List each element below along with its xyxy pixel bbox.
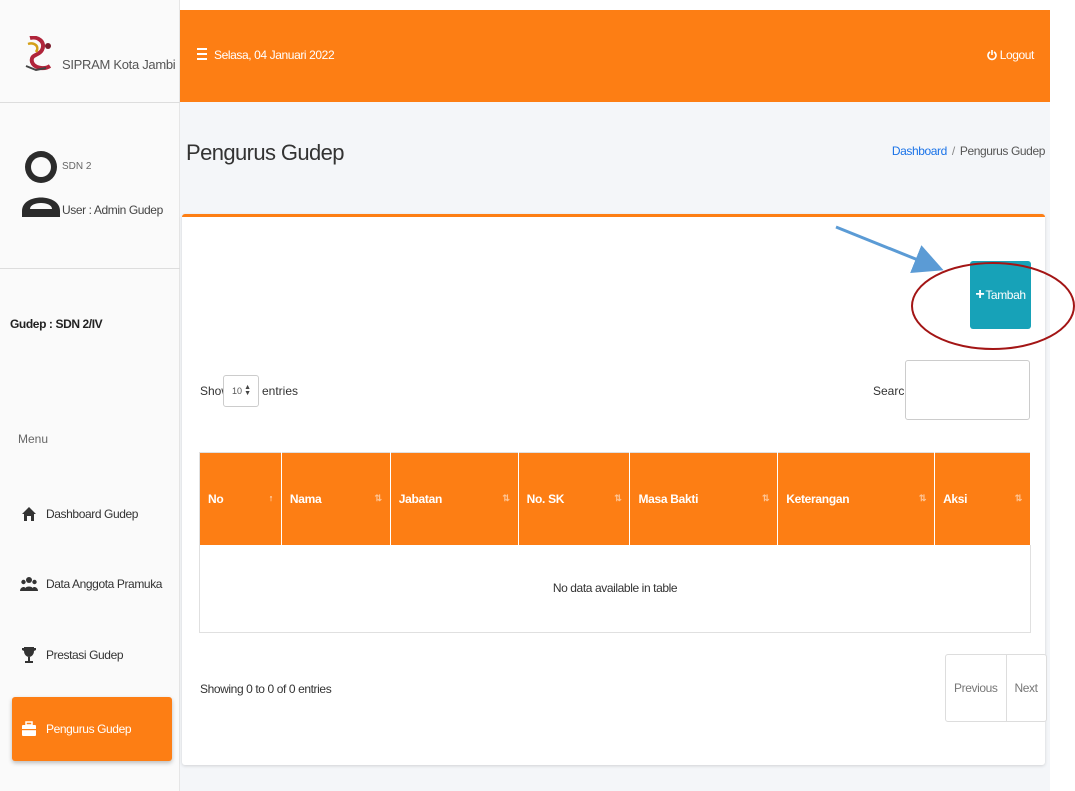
breadcrumb-dashboard-link[interactable]: Dashboard [892, 144, 948, 158]
add-button[interactable]: + Tambah [970, 261, 1031, 329]
avatar-icon [22, 151, 60, 217]
logout-icon [986, 49, 997, 60]
brand-name: SIPRAM Kota Jambi [62, 57, 176, 72]
sidebar-item-label: Dashboard Gudep [46, 507, 139, 521]
user-panel: SDN 2 User : Admin Gudep [0, 103, 180, 269]
sort-icon: ⇅ [1014, 493, 1023, 503]
logout-label: Logout [999, 48, 1035, 62]
table-row: No data available in table [199, 544, 1031, 633]
breadcrumb: Dashboard / Pengurus Gudep [892, 144, 1046, 158]
column-header-no[interactable]: No ↑ [199, 452, 282, 545]
breadcrumb-current: Pengurus Gudep [959, 144, 1046, 158]
current-date: Selasa, 04 Januari 2022 [214, 48, 335, 62]
home-icon [18, 506, 40, 522]
hamburger-menu-icon[interactable] [197, 48, 207, 60]
column-header-nama[interactable]: Nama ⇅ [281, 452, 391, 545]
previous-page-button[interactable]: Previous [946, 655, 1006, 721]
user-role: User : Admin Gudep [62, 203, 163, 217]
column-header-jabatan[interactable]: Jabatan ⇅ [390, 452, 519, 545]
sidebar: SIPRAM Kota Jambi SDN 2 User : Admin Gud… [0, 0, 180, 791]
select-arrows-icon: ▲ ▼ [244, 384, 251, 397]
brand-logo-icon [25, 36, 52, 72]
users-icon [18, 576, 40, 592]
gudep-label: Gudep : SDN 2/IV [10, 317, 103, 331]
entries-label: entries [262, 384, 299, 398]
table-info: Showing 0 to 0 of 0 entries [200, 682, 332, 696]
menu-heading: Menu [18, 432, 49, 446]
next-page-button[interactable]: Next [1005, 655, 1046, 721]
pengurus-table: No ↑ Nama ⇅ Jabatan ⇅ No. SK ⇅ Masa Bakti ⇅ K… [199, 452, 1031, 633]
column-header-keterangan[interactable]: Keterangan ⇅ [777, 452, 936, 545]
sort-asc-icon: ↑ [268, 493, 274, 503]
briefcase-icon [18, 721, 40, 737]
trophy-icon [18, 646, 40, 664]
sort-icon: ⇅ [614, 493, 622, 503]
add-button-label: Tambah [985, 288, 1026, 302]
topbar: Selasa, 04 Januari 2022 Logout [180, 10, 1050, 102]
column-header-masa-bakti[interactable]: Masa Bakti ⇅ [629, 452, 779, 545]
logout-button[interactable]: Logout [986, 48, 1035, 62]
search-input[interactable] [905, 360, 1030, 420]
sidebar-item-label: Pengurus Gudep [46, 722, 132, 736]
sort-icon: ⇅ [374, 493, 383, 503]
sidebar-item-pengurus-gudep[interactable]: Pengurus Gudep [12, 697, 172, 761]
sidebar-item-label: Prestasi Gudep [46, 648, 124, 662]
column-header-aksi[interactable]: Aksi ⇅ [934, 452, 1031, 545]
sidebar-item-dashboard-gudep[interactable]: Dashboard Gudep [12, 493, 172, 535]
user-school: SDN 2 [62, 161, 92, 172]
table-header-row: No ↑ Nama ⇅ Jabatan ⇅ No. SK ⇅ Masa Bakti ⇅ K… [199, 452, 1031, 545]
sidebar-item-label: Data Anggota Pramuka [46, 577, 163, 591]
sort-icon: ⇅ [918, 493, 927, 503]
sidebar-item-prestasi-gudep[interactable]: Prestasi Gudep [12, 634, 172, 676]
breadcrumb-separator: / [951, 144, 955, 158]
column-header-no-sk[interactable]: No. SK ⇅ [518, 452, 631, 545]
plus-icon: + [975, 286, 985, 303]
sort-icon: ⇅ [502, 493, 510, 503]
page-title: Pengurus Gudep [186, 140, 345, 165]
empty-table-message: No data available in table [199, 544, 1031, 633]
entries-select-value: 10 [232, 386, 243, 396]
pagination: Previous Next [945, 654, 1047, 722]
sidebar-item-data-anggota-pramuka[interactable]: Data Anggota Pramuka [12, 563, 172, 605]
sort-icon: ⇅ [761, 493, 770, 503]
brand[interactable]: SIPRAM Kota Jambi [0, 10, 180, 103]
entries-select[interactable]: 10 ▲ ▼ [223, 375, 259, 407]
